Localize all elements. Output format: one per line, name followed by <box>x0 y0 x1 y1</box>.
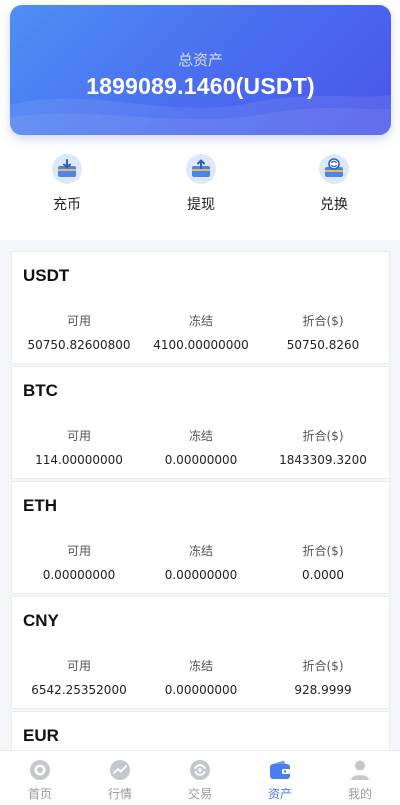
asset-card-eth[interactable]: ETH 可用 0.00000000 冻结 0.00000000 折合($) 0.… <box>11 481 390 594</box>
asset-symbol: CNY <box>23 611 59 630</box>
asset-card-eur[interactable]: EUR <box>11 711 390 750</box>
asset-symbol: BTC <box>23 381 58 400</box>
frozen-value: 0.00000000 <box>164 453 238 467</box>
frozen-label: 冻结 <box>188 314 213 328</box>
converted-label: 折合($) <box>302 314 344 328</box>
section-divider <box>0 240 400 250</box>
converted-value: 50750.8260 <box>286 338 360 352</box>
tab-market-label: 行情 <box>107 787 132 801</box>
total-assets-label: 总资产 <box>177 51 223 69</box>
frozen-label: 冻结 <box>188 544 213 558</box>
wallet-icon <box>268 758 292 782</box>
available-column: 可用 6542.25352000 <box>16 657 142 697</box>
available-column: 可用 114.00000000 <box>16 427 142 467</box>
tab-assets[interactable]: 资产 <box>240 751 320 805</box>
home-icon <box>28 758 52 782</box>
withdraw-icon <box>186 154 216 184</box>
asset-card-btc[interactable]: BTC 可用 114.00000000 冻结 0.00000000 折合($) … <box>11 366 390 479</box>
converted-value: 928.9999 <box>294 683 352 697</box>
exchange-icon <box>319 154 349 184</box>
available-label: 可用 <box>66 429 91 443</box>
tab-profile[interactable]: 我的 <box>320 751 400 805</box>
frozen-column: 冻结 4100.00000000 <box>138 312 264 352</box>
withdraw-button[interactable]: 提现 <box>156 148 246 214</box>
available-value: 50750.82600800 <box>27 338 131 352</box>
asset-card-usdt[interactable]: USDT 可用 50750.82600800 冻结 4100.00000000 … <box>11 251 390 364</box>
tab-home[interactable]: 首页 <box>0 751 80 805</box>
available-value: 0.00000000 <box>42 568 116 582</box>
tab-assets-label: 资产 <box>267 787 292 801</box>
deposit-icon <box>52 154 82 184</box>
frozen-value: 0.00000000 <box>164 568 238 582</box>
bottom-tab-bar: 首页 行情 交易 资产 我的 <box>0 750 400 805</box>
frozen-value: 0.00000000 <box>164 683 238 697</box>
converted-label: 折合($) <box>302 659 344 673</box>
available-value: 6542.25352000 <box>31 683 127 697</box>
market-icon <box>108 758 132 782</box>
frozen-label: 冻结 <box>188 659 213 673</box>
asset-symbol: ETH <box>23 496 57 515</box>
deposit-button[interactable]: 充币 <box>22 148 112 214</box>
tab-profile-label: 我的 <box>347 787 372 801</box>
profile-icon <box>348 758 372 782</box>
exchange-label: 兑换 <box>320 197 348 213</box>
asset-symbol: USDT <box>23 266 70 285</box>
converted-value: 1843309.3200 <box>279 453 367 467</box>
tab-trade-label: 交易 <box>187 787 212 801</box>
available-column: 可用 0.00000000 <box>16 542 142 582</box>
available-label: 可用 <box>66 314 91 328</box>
frozen-column: 冻结 0.00000000 <box>138 542 264 582</box>
converted-label: 折合($) <box>302 429 344 443</box>
converted-column: 折合($) 928.9999 <box>260 657 386 697</box>
available-label: 可用 <box>66 659 91 673</box>
trade-icon <box>188 758 212 782</box>
converted-column: 折合($) 0.0000 <box>260 542 386 582</box>
withdraw-label: 提现 <box>187 197 215 213</box>
frozen-column: 冻结 0.00000000 <box>138 427 264 467</box>
deposit-label: 充币 <box>53 197 81 213</box>
frozen-value: 4100.00000000 <box>153 338 249 352</box>
tab-trade[interactable]: 交易 <box>160 751 240 805</box>
available-label: 可用 <box>66 544 91 558</box>
asset-symbol: EUR <box>23 726 59 745</box>
asset-card-cny[interactable]: CNY 可用 6542.25352000 冻结 0.00000000 折合($)… <box>11 596 390 709</box>
tab-market[interactable]: 行情 <box>80 751 160 805</box>
converted-column: 折合($) 1843309.3200 <box>260 427 386 467</box>
exchange-button[interactable]: 兑换 <box>289 148 379 214</box>
converted-column: 折合($) 50750.8260 <box>260 312 386 352</box>
available-value: 114.00000000 <box>35 453 123 467</box>
asset-list: USDT 可用 50750.82600800 冻结 4100.00000000 … <box>0 250 400 750</box>
total-assets-value: 1899089.1460(USDT) <box>86 73 315 99</box>
action-row: 充币 提现 兑换 <box>0 148 400 228</box>
frozen-label: 冻结 <box>188 429 213 443</box>
converted-label: 折合($) <box>302 544 344 558</box>
frozen-column: 冻结 0.00000000 <box>138 657 264 697</box>
tab-home-label: 首页 <box>27 787 52 801</box>
available-column: 可用 50750.82600800 <box>16 312 142 352</box>
converted-value: 0.0000 <box>302 568 344 582</box>
total-assets-card: 总资产 1899089.1460(USDT) <box>10 5 391 135</box>
